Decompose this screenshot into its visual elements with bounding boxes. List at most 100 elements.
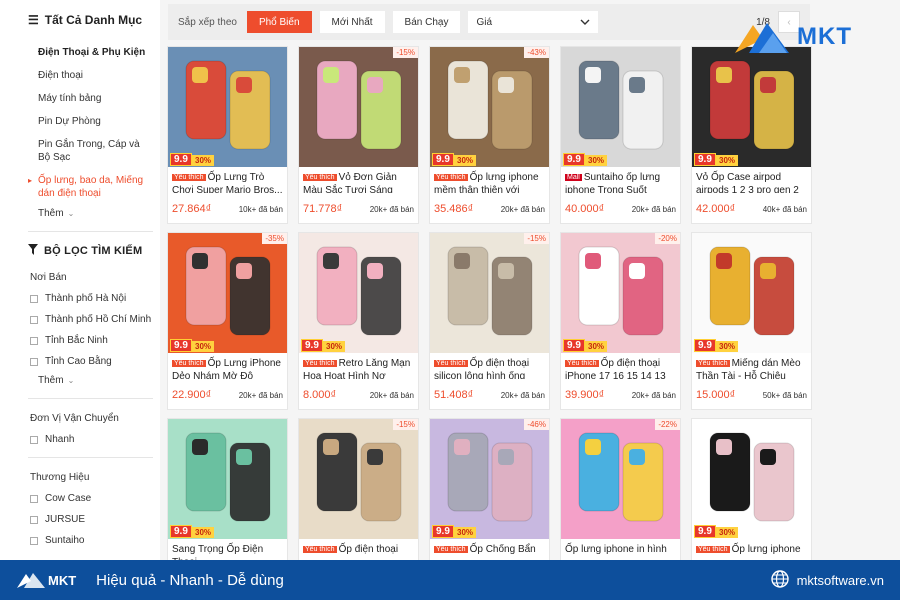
chevron-down-icon: ⌄ <box>67 209 75 218</box>
product-card[interactable]: -20% 9.9 30% Yêu thích Ốp điện thoại iPhone … <box>560 232 681 410</box>
product-name[interactable]: MallSuntaiho ốp lưng iphone Trong Suốt Đ… <box>561 167 680 193</box>
checkbox[interactable] <box>30 294 38 303</box>
product-card[interactable]: -43% 9.9 30% Yêu thích Ốp lưng iphone mềm th… <box>429 46 550 224</box>
divider <box>28 398 153 399</box>
product-card[interactable]: 9.9 30% Vỏ Ốp Case airpod airpods 1 2 3 pr… <box>691 46 812 224</box>
location-option[interactable]: Thành phố Hà Nội <box>28 293 160 304</box>
all-categories-header[interactable]: ☰ Tất Cả Danh Mục <box>28 12 160 28</box>
product-image[interactable]: 9.9 30% <box>692 419 811 539</box>
product-image[interactable]: -46% 9.9 30% <box>430 419 549 539</box>
product-name-text: Ốp lưng iphone <box>731 544 801 555</box>
checkbox[interactable] <box>30 315 38 324</box>
mall-tag: Mall <box>565 174 582 181</box>
sort-popular-button[interactable]: Phổ Biến <box>246 11 312 33</box>
sidebar: ☰ Tất Cả Danh Mục Điện Thoại & Phụ Kiện Đ… <box>0 0 160 560</box>
location-option[interactable]: Thành phố Hồ Chí Minh <box>28 314 160 325</box>
categories-more[interactable]: Thêm ⌄ <box>28 208 160 219</box>
website-label: mktsoftware.vn <box>796 572 884 588</box>
sold-count: 20k+ đã bán <box>500 204 545 214</box>
product-image[interactable]: 9.9 30% <box>561 47 680 167</box>
favorite-tag: Yêu thích <box>696 546 730 553</box>
product-name[interactable]: Yêu thích Ốp điện thoại silicon lông hình… <box>430 353 549 379</box>
product-card[interactable]: -15% Yêu thích Ốp điện thoại silicon lông … <box>429 232 550 410</box>
checkbox[interactable] <box>30 336 38 345</box>
product-card[interactable]: -15% Yêu thích Vỏ Đơn Giản Màu Sắc Tươi Sá… <box>298 46 419 224</box>
chevron-down-icon <box>580 17 590 28</box>
favorite-tag: Yêu thích <box>303 360 337 367</box>
product-image[interactable]: -15% <box>299 47 418 167</box>
product-price: 51.408₫ <box>434 389 474 401</box>
product-image[interactable]: 9.9 30% <box>692 47 811 167</box>
sold-count: 20k+ đã bán <box>631 204 676 214</box>
product-image[interactable]: -35% 9.9 30% <box>168 233 287 353</box>
discount-badge: -43% <box>524 47 549 58</box>
sold-count: 20k+ đã bán <box>631 390 676 400</box>
product-image[interactable]: -22% <box>561 419 680 539</box>
product-image[interactable]: 9.9 30% <box>692 233 811 353</box>
price-row: 39.900₫ 20k+ đã bán <box>561 379 680 401</box>
checkbox[interactable] <box>30 536 38 545</box>
filter-header: BỘ LỌC TÌM KIẾM <box>28 244 160 258</box>
category-item[interactable]: Máy tính bảng <box>28 92 146 105</box>
product-image[interactable]: -20% 9.9 30% <box>561 233 680 353</box>
price-row: 40.000₫ 20k+ đã bán <box>561 193 680 215</box>
footer-website[interactable]: mktsoftware.vn <box>770 569 884 591</box>
checkbox[interactable] <box>30 435 38 444</box>
category-item[interactable]: Pin Gắn Trong, Cáp và Bộ Sạc <box>28 138 146 164</box>
checkbox[interactable] <box>30 515 38 524</box>
brand-title: Thương Hiệu <box>30 472 90 483</box>
product-name[interactable]: Yêu thích Ốp Lưng Trò Chơi Super Mario Br… <box>168 167 287 193</box>
checkbox[interactable] <box>30 494 38 503</box>
divider <box>28 457 153 458</box>
category-item[interactable]: Điện Thoại & Phụ Kiện <box>28 46 146 59</box>
product-card[interactable]: 9.9 30% Yêu thích Miếng dán Mèo Thần Tài - … <box>691 232 812 410</box>
category-item[interactable]: Pin Dự Phòng <box>28 115 146 128</box>
product-name[interactable]: Yêu thích Retro Lăng Mạn Hoa Hoạt Hình Nơ… <box>299 353 418 379</box>
location-title: Nơi Bán <box>30 272 67 283</box>
category-item[interactable]: Điện thoại <box>28 69 146 82</box>
product-image[interactable]: 9.9 30% <box>299 233 418 353</box>
product-name[interactable]: Yêu thích Ốp điện thoại iPhone 17 16 15 1… <box>561 353 680 379</box>
price-row: 42.000₫ 40k+ đã bán <box>692 193 811 215</box>
product-name[interactable]: Yêu thích Ốp lưng iphone mềm thân thiện v… <box>430 167 549 193</box>
categories-more-label: Thêm <box>38 208 64 219</box>
location-option[interactable]: Tỉnh Bắc Ninh <box>28 335 160 346</box>
sort-bestselling-button[interactable]: Bán Chạy <box>392 11 461 33</box>
brand-option[interactable]: Cow Case <box>28 493 160 504</box>
price-sort-select[interactable]: Giá <box>468 11 599 33</box>
shipping-option[interactable]: Nhanh <box>28 434 160 445</box>
product-card[interactable]: 9.9 30% Yêu thích Ốp Lưng Trò Chơi Super Ma… <box>167 46 288 224</box>
product-image[interactable]: 9.9 30% <box>168 419 287 539</box>
favorite-tag: Yêu thích <box>172 360 206 367</box>
brand-option[interactable]: Suntaiho <box>28 535 160 546</box>
sale-badge: 9.9 <box>170 153 192 166</box>
discount-badge: -46% <box>524 419 549 430</box>
sold-count: 10k+ đã bán <box>238 204 283 214</box>
sort-newest-button[interactable]: Mới Nhất <box>319 11 385 33</box>
product-name[interactable]: Yêu thíchVỏ Đơn Giản Màu Sắc Tươi Sáng C… <box>299 167 418 193</box>
favorite-tag: Yêu thích <box>434 360 468 367</box>
product-card[interactable]: 9.9 30% Mall Suntaiho ốp lưng iphone Trong … <box>560 46 681 224</box>
product-image[interactable]: -15% <box>430 233 549 353</box>
product-name[interactable]: Vỏ Ốp Case airpod airpods 1 2 3 pro gen … <box>692 167 811 193</box>
sale-badge: 9.9 <box>694 339 716 352</box>
favorite-tag: Yêu thích <box>434 174 468 181</box>
list-icon: ☰ <box>28 13 39 27</box>
locations-more[interactable]: Thêm ⌄ <box>28 375 160 386</box>
brand-option[interactable]: JURSUE <box>28 514 160 525</box>
product-card[interactable]: -35% 9.9 30% Yêu thích Ốp Lưng iPhone Dẻo Nh… <box>167 232 288 410</box>
category-list: Điện Thoại & Phụ Kiện Điện thoại Máy tính … <box>28 46 160 200</box>
location-option[interactable]: Tỉnh Cao Bằng <box>28 356 160 367</box>
checkbox[interactable] <box>30 357 38 366</box>
product-image[interactable]: 9.9 30% <box>168 47 287 167</box>
product-name[interactable]: Yêu thích Miếng dán Mèo Thần Tài - Hỗ Chi… <box>692 353 811 379</box>
sold-count: 20k+ đã bán <box>369 390 414 400</box>
sale-badge: 9.9 <box>432 153 454 166</box>
product-card[interactable]: 9.9 30% Yêu thích Retro Lăng Mạn Hoa Hoạt H… <box>298 232 419 410</box>
category-item[interactable]: Ốp lưng, bao da, Miếng dán điện thoại <box>28 174 146 200</box>
product-image[interactable]: -15% <box>299 419 418 539</box>
product-image[interactable]: -43% 9.9 30% <box>430 47 549 167</box>
product-name-text: Vỏ Ốp Case airpod airpods 1 2 3 pro gen … <box>696 172 799 193</box>
shipping-title: Đơn Vị Vận Chuyển <box>30 413 119 424</box>
product-name[interactable]: Yêu thíchỐp Lưng iPhone Dẻo Nhám Mờ Độ i… <box>168 353 287 379</box>
